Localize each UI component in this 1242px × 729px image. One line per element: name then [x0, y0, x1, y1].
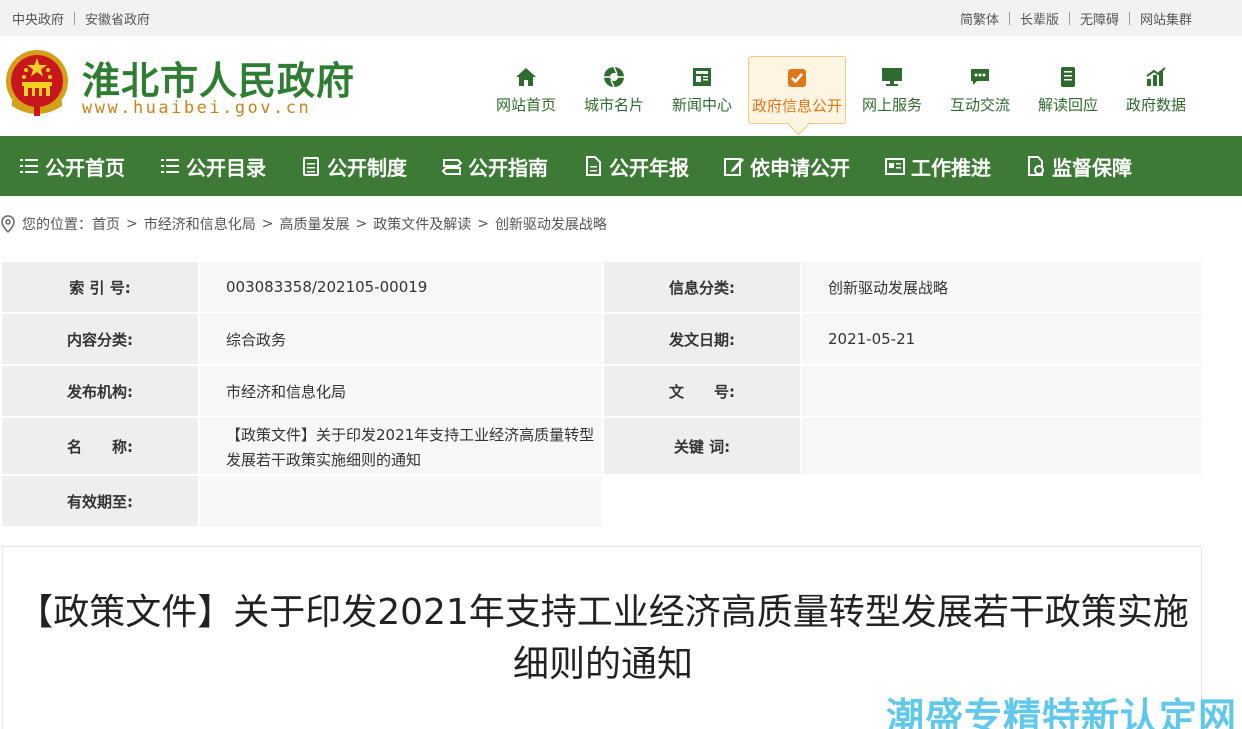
nav-interaction[interactable]: 互动交流 [936, 56, 1024, 126]
nav-label: 新闻中心 [671, 96, 732, 114]
top-utility-bar: 中央政府 安徽省政府 简繁体 长辈版 无障碍 网站集群 [0, 0, 1242, 36]
nav-label: 互动交流 [949, 96, 1010, 114]
accessibility-link[interactable]: 无障碍 [1080, 9, 1119, 28]
site-url: www.huaibei.gov.cn [82, 98, 312, 118]
nav-label: 解读回应 [1037, 96, 1098, 114]
disclosure-nav-catalog[interactable]: 公开目录 [159, 152, 266, 181]
top-left-links: 中央政府 安徽省政府 [12, 9, 150, 28]
disclosure-nav-annual-report[interactable]: 公开年报 [582, 152, 689, 181]
disclosure-nav-label: 公开年报 [609, 155, 689, 180]
site-cluster-link[interactable]: 网站集群 [1140, 9, 1192, 28]
nav-home[interactable]: 网站首页 [482, 56, 570, 126]
disclosure-nav-progress[interactable]: 工作推进 [884, 152, 991, 181]
nav-label: 城市名片 [583, 96, 644, 114]
name-value: 【政策文件】关于印发2021年支持工业经济高质量转型发展若干政策实施细则的通知 [200, 418, 602, 474]
watermark: 潮盛专精特新认定网 [886, 695, 1238, 729]
breadcrumb-separator: > [355, 216, 368, 232]
nav-online-service[interactable]: 网上服务 [848, 56, 936, 126]
nav-label: 政府数据 [1125, 96, 1186, 114]
article-title: 【政策文件】关于印发2021年支持工业经济高质量转型发展若干政策实施细则的通知 [17, 592, 1189, 685]
disclosure-nav: 公开首页 公开目录 公开制度 公开指南 公开年报 依申请公开 工作推进 监督保障 [0, 136, 1242, 196]
breadcrumb-separator: > [126, 216, 138, 232]
main-nav: 网站首页 城市名片 新闻中心 政府信息公开 网上服务 互动交流 解读回应 政府数… [482, 56, 1200, 126]
edit-icon [724, 158, 744, 176]
disclosure-nav-home[interactable]: 公开首页 [18, 152, 125, 181]
category-value: 创新驱动发展战略 [802, 262, 1202, 312]
disclosure-nav-apply[interactable]: 依申请公开 [723, 152, 850, 181]
document-icon [1061, 67, 1075, 87]
disclosure-nav-guide[interactable]: 公开指南 [441, 152, 548, 181]
agency-value: 市经济和信息化局 [200, 366, 602, 416]
top-right-links: 简繁体 长辈版 无障碍 网站集群 [960, 9, 1192, 28]
doc-number-label: 文 号: [604, 366, 800, 416]
divider [1068, 12, 1070, 25]
nav-label: 网站首页 [495, 96, 556, 114]
name-label: 名 称: [2, 418, 198, 474]
elder-version-link[interactable]: 长辈版 [1020, 9, 1059, 28]
nav-city-card[interactable]: 城市名片 [570, 56, 658, 126]
monitor-icon [882, 68, 902, 86]
content-type-label: 内容分类: [2, 314, 198, 364]
disclosure-nav-label: 公开目录 [186, 155, 266, 180]
clipboard-icon [303, 157, 319, 176]
site-header: 淮北市人民政府 www.huaibei.gov.cn 网站首页 城市名片 新闻中… [0, 36, 1242, 136]
nav-interpretation[interactable]: 解读回应 [1024, 56, 1112, 126]
nav-news[interactable]: 新闻中心 [658, 56, 746, 126]
info-disclosure-icon [788, 69, 806, 87]
id-card-icon [885, 158, 905, 175]
breadcrumb-home[interactable]: 首页 [92, 214, 120, 234]
breadcrumb-separator: > [477, 216, 489, 232]
agency-label: 发布机构: [2, 366, 198, 416]
list-icon [20, 159, 38, 173]
nav-gov-info-disclosure[interactable]: 政府信息公开 [748, 56, 846, 124]
home-icon [516, 68, 536, 86]
disclosure-nav-label: 依申请公开 [750, 155, 850, 180]
breadcrumb-bureau[interactable]: 市经济和信息化局 [144, 214, 256, 234]
camera-shutter-icon [604, 66, 624, 88]
list-icon [161, 159, 179, 173]
shield-file-icon [1028, 156, 1044, 176]
disclosure-nav-label: 监督保障 [1052, 155, 1132, 180]
disclosure-nav-system[interactable]: 公开制度 [300, 152, 407, 181]
disclosure-nav-label: 公开首页 [45, 155, 125, 180]
breadcrumb-policy-docs[interactable]: 政策文件及解读 [373, 214, 471, 234]
keywords-label: 关键 词: [604, 418, 800, 474]
nav-label: 政府信息公开 [751, 97, 842, 115]
site-title: 淮北市人民政府 [82, 58, 356, 103]
content-type-value: 综合政务 [200, 314, 602, 364]
breadcrumb-high-quality[interactable]: 高质量发展 [279, 214, 349, 234]
signpost-icon [441, 159, 463, 175]
breadcrumb-separator: > [261, 216, 274, 232]
validity-label: 有效期至: [2, 476, 198, 526]
date-value: 2021-05-21 [802, 314, 1202, 364]
file-icon [586, 156, 601, 176]
date-label: 发文日期: [604, 314, 800, 364]
national-emblem-logo[interactable] [4, 48, 70, 118]
central-gov-link[interactable]: 中央政府 [12, 9, 64, 28]
keywords-value [802, 418, 1202, 474]
divider [74, 12, 76, 25]
divider [1128, 12, 1130, 25]
chat-icon [971, 69, 989, 85]
disclosure-nav-label: 公开指南 [468, 155, 548, 180]
disclosure-nav-label: 工作推进 [911, 155, 991, 180]
location-pin-icon [1, 215, 15, 233]
nav-label: 网上服务 [861, 96, 922, 114]
anhui-gov-link[interactable]: 安徽省政府 [85, 9, 150, 28]
bar-chart-icon [1146, 67, 1166, 86]
index-value: 003083358/202105-00019 [200, 262, 602, 312]
breadcrumb: 您的位置： 首页 > 市经济和信息化局 > 高质量发展 > 政策文件及解读 > … [0, 213, 607, 235]
disclosure-nav-label: 公开制度 [327, 155, 407, 180]
category-label: 信息分类: [604, 262, 800, 312]
breadcrumb-innovation[interactable]: 创新驱动发展战略 [495, 214, 607, 234]
index-label: 索 引 号: [2, 262, 198, 312]
newspaper-icon [693, 68, 711, 86]
doc-number-value [802, 366, 1202, 416]
simplified-traditional-link[interactable]: 简繁体 [960, 9, 999, 28]
disclosure-nav-supervision[interactable]: 监督保障 [1025, 152, 1132, 181]
breadcrumb-prefix: 您的位置： [22, 217, 92, 233]
validity-value [200, 476, 602, 526]
nav-gov-data[interactable]: 政府数据 [1112, 56, 1200, 126]
divider [1008, 12, 1010, 25]
